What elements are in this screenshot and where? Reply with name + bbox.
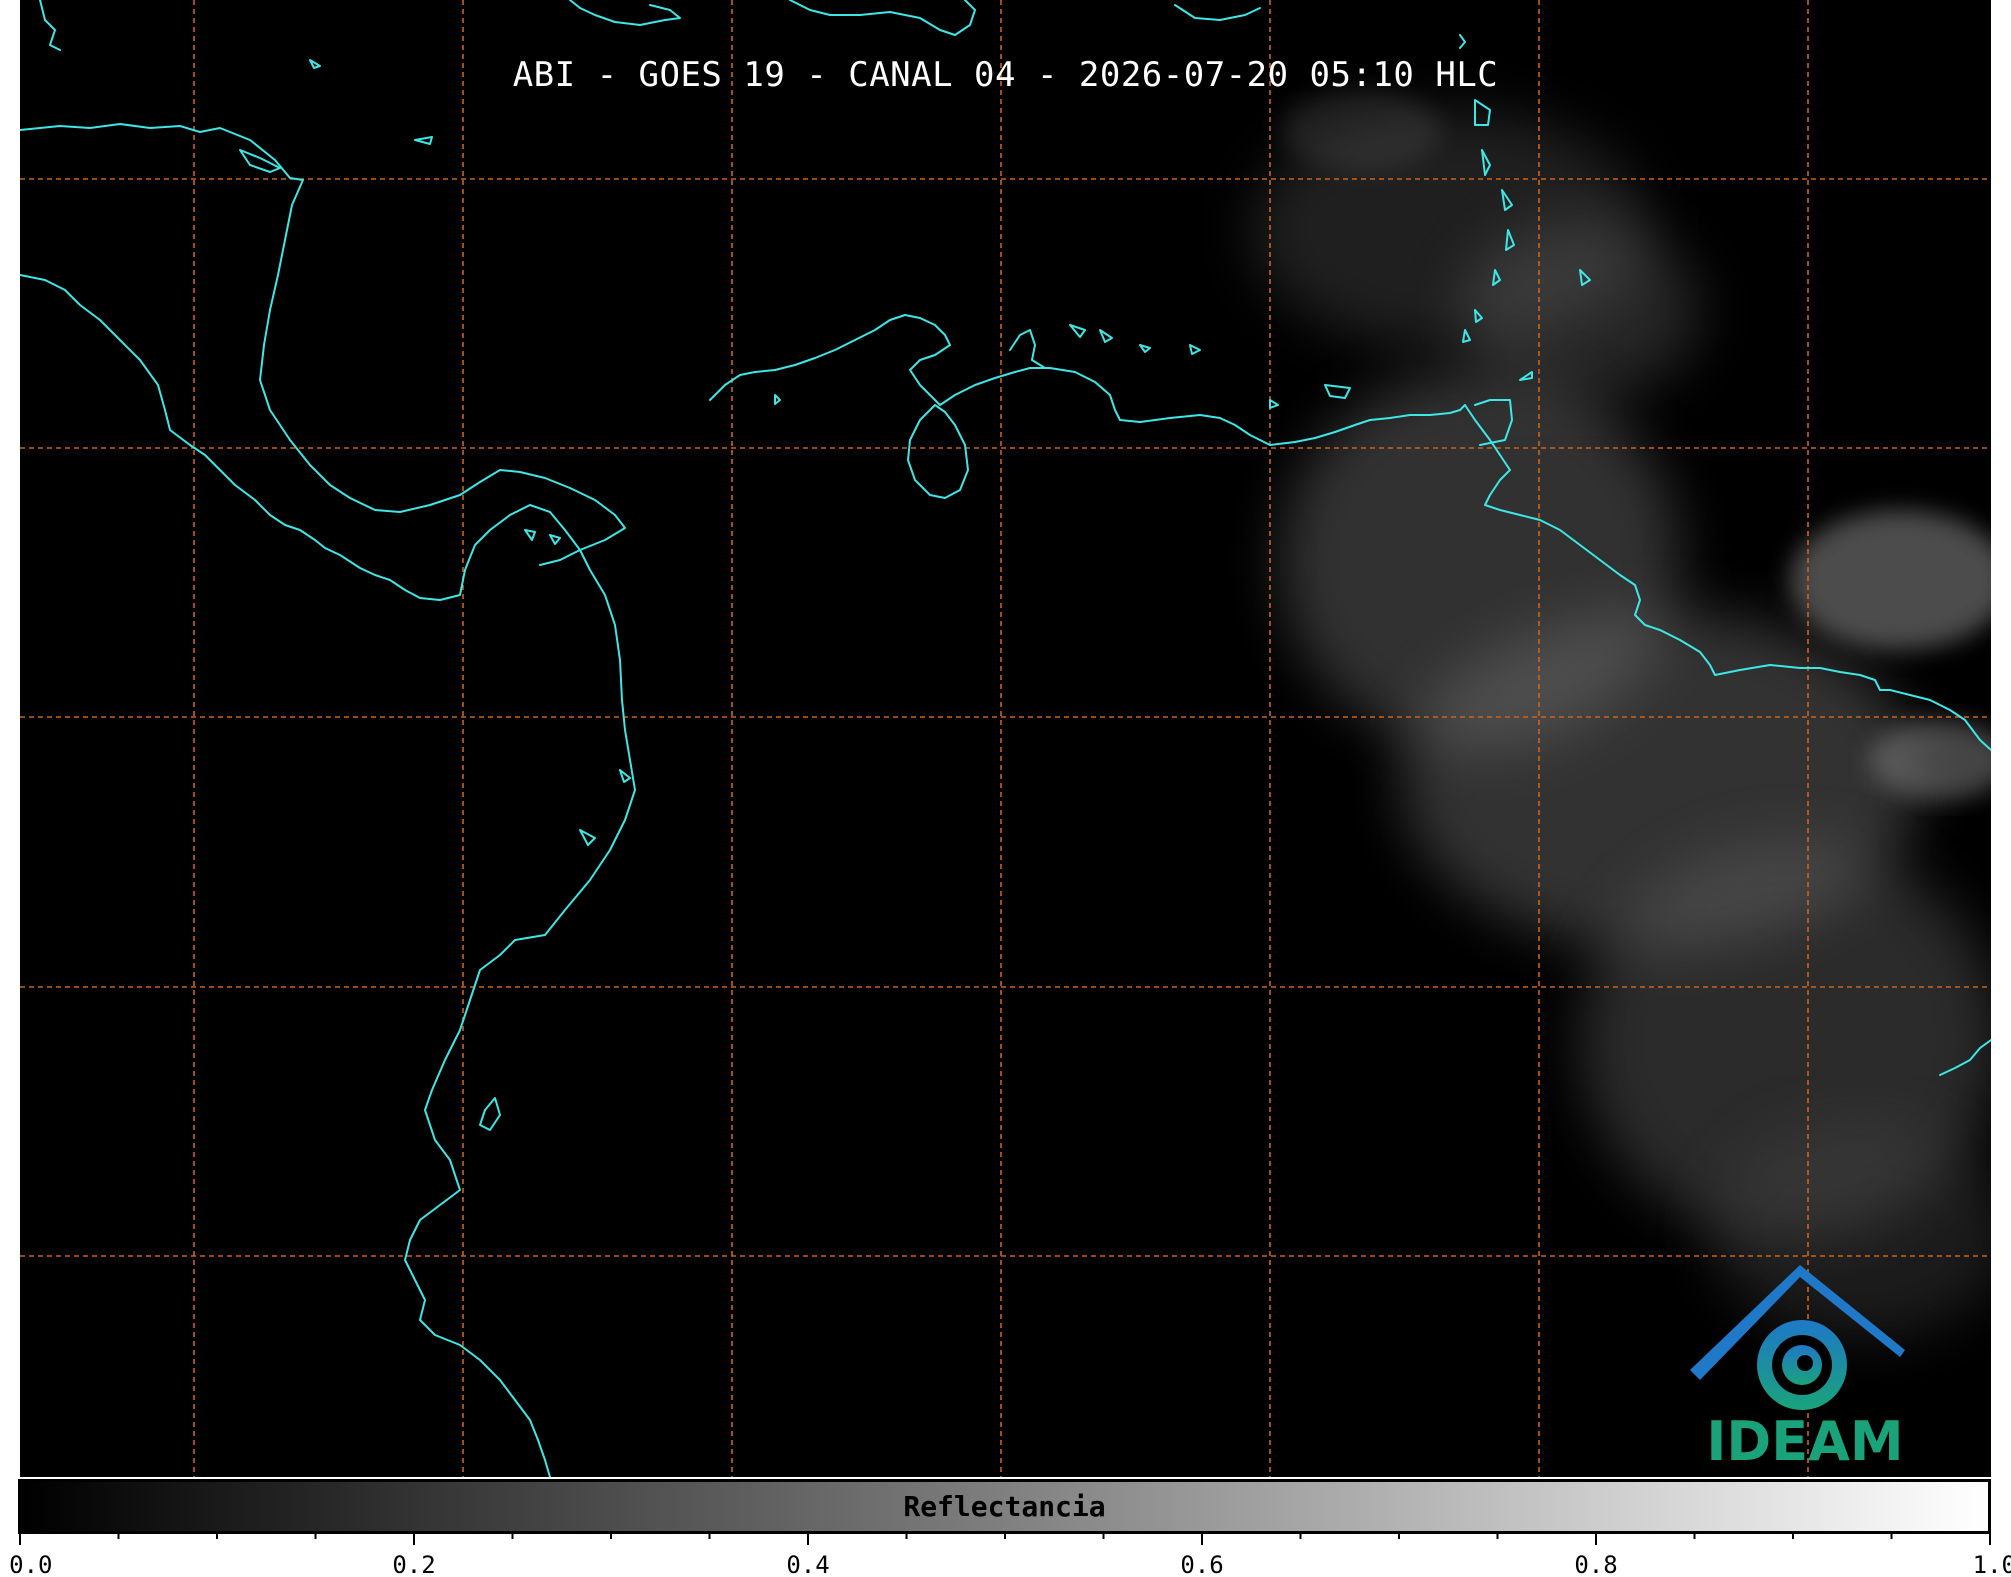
colorbar-tick-label: 0.2 (392, 1551, 436, 1577)
logo-swirl-eye (1797, 1355, 1813, 1371)
coastline-lake-maracaibo (907, 404, 969, 499)
satellite-map: ABI - GOES 19 - CANAL 04 - 2026-07-20 05… (20, 0, 1991, 1477)
coastline-central-america (20, 123, 626, 566)
coastline-yucatan-tip (39, 0, 61, 51)
coastline-aruba-curacao (1069, 324, 1351, 409)
logo-text: IDEAM (1706, 1410, 1904, 1473)
coastline-gulf-of-urabá-islands (239, 59, 781, 405)
colorbar-tick-label: 0.4 (786, 1551, 830, 1577)
coastline-puerto-rico (1174, 4, 1261, 21)
colorbar-tick-label: 1.0 (1972, 1551, 2011, 1577)
colorbar: Reflectancia (18, 1479, 1991, 1534)
coastline-ecuador-bay (479, 1097, 501, 1131)
coastline-greater-antilles (569, 0, 681, 26)
coastline-guajira (1009, 329, 1046, 369)
coastline-central-america-pacific (20, 274, 636, 1477)
coastline-isthmus-islands (524, 529, 631, 846)
cloud-area (1280, 90, 1440, 170)
colorbar-tick-label: 0.8 (1574, 1551, 1618, 1577)
cloud-area (1790, 510, 1991, 650)
cloud-field (1250, 90, 1991, 1340)
satellite-image-page: ABI - GOES 19 - CANAL 04 - 2026-07-20 05… (0, 0, 2011, 1577)
map-title: ABI - GOES 19 - CANAL 04 - 2026-07-20 05… (512, 55, 1499, 95)
colorbar-tick-label: 0.0 (9, 1551, 53, 1577)
colorbar-label: Reflectancia (903, 1490, 1106, 1523)
colorbar-ticks (19, 1531, 1991, 1545)
coastline-hispaniola (789, 0, 976, 36)
colorbar-tick-label: 0.6 (1180, 1551, 1224, 1577)
